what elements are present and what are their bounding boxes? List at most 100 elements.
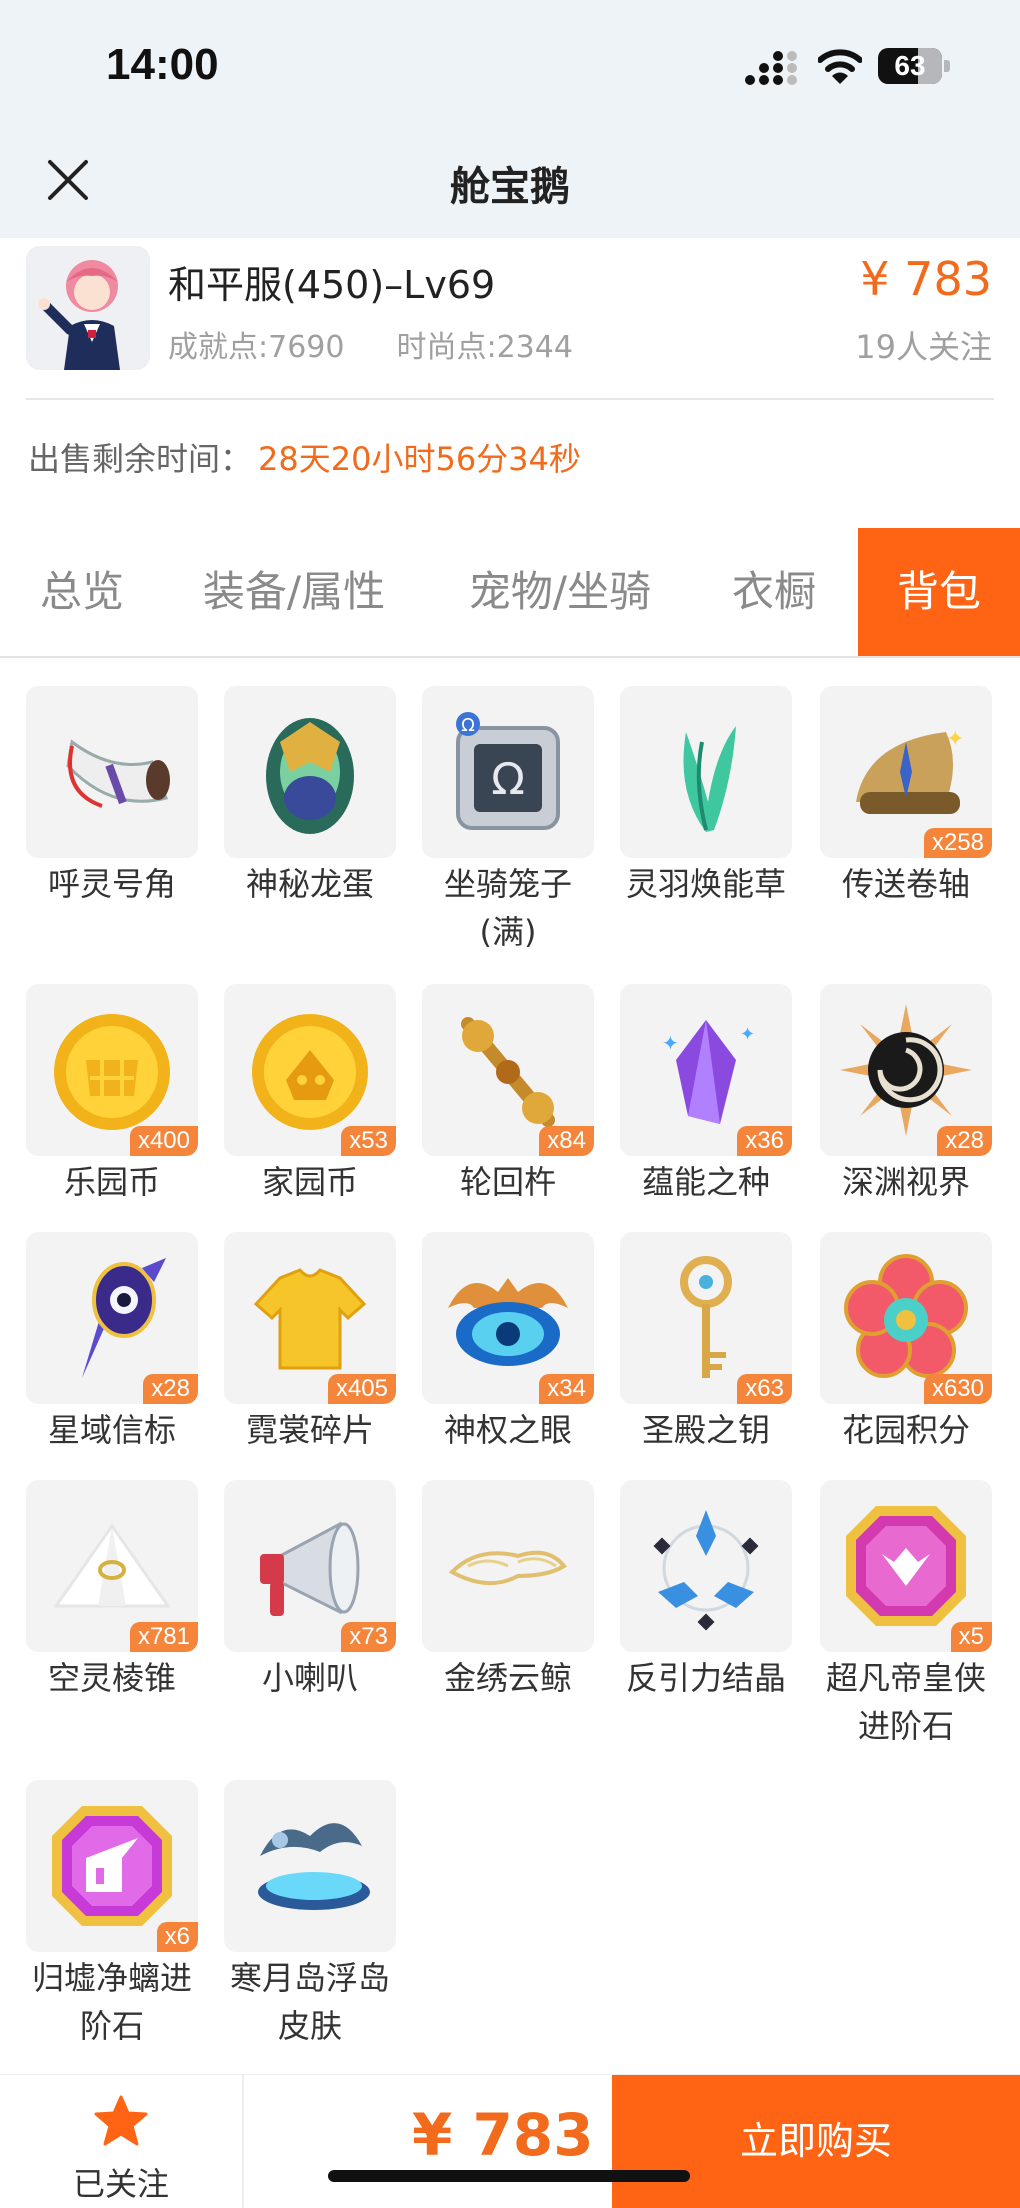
garden-flower-icon	[844, 1254, 968, 1378]
svg-text:✦: ✦	[662, 1031, 679, 1055]
wifi-icon	[818, 49, 862, 84]
item-name: 灵羽焕能草	[625, 865, 786, 903]
item-name: 霓裳碎片	[245, 1411, 374, 1449]
sale-time-value: 28天20小时56分34秒	[258, 440, 581, 478]
horn-icon	[66, 739, 170, 808]
megaphone-icon	[260, 1521, 360, 1616]
status-time: 14:00	[106, 40, 219, 89]
item-name: 蕴能之种	[641, 1163, 770, 1201]
item-thumbnail: ΩΩ	[422, 686, 594, 858]
item-thumbnail	[422, 1480, 594, 1652]
item-name: 星域信标	[47, 1411, 176, 1449]
bottom-price: ¥ 783	[412, 2101, 594, 2169]
item-count-badge: x63	[737, 1374, 792, 1404]
tab-pets[interactable]: 宠物/坐骑	[446, 528, 674, 656]
item-count-badge: x28	[937, 1126, 992, 1156]
item-thumbnail: x630	[820, 1232, 992, 1404]
item-name: 寒月岛浮岛 皮肤	[229, 1959, 390, 2045]
pyramid-icon	[53, 1523, 171, 1608]
svg-text:✦: ✦	[740, 1024, 755, 1045]
item-name: 轮回杵	[459, 1163, 556, 1201]
bottom-divider	[242, 2075, 244, 2208]
star-beacon-icon	[82, 1258, 166, 1378]
tab-equipment[interactable]: 装备/属性	[180, 528, 408, 656]
follow-label: 已关注	[72, 2165, 169, 2203]
item-name: 传送卷轴	[841, 865, 970, 903]
sale-remaining-time: 出售剩余时间： 28天20小时56分34秒	[28, 434, 581, 480]
pestle-icon	[461, 1017, 555, 1127]
battery-level: 63	[894, 50, 926, 81]
item-count-badge: x400	[129, 1126, 198, 1156]
item-thumbnail	[224, 1780, 396, 1952]
bottom-bar: 已关注 ¥ 783 立即购买	[0, 2074, 1020, 2208]
item-name: 呼灵号角	[47, 865, 176, 903]
svg-text:Ω: Ω	[461, 715, 475, 736]
divider	[26, 398, 994, 400]
item-thumbnail: x405	[224, 1232, 396, 1404]
golden-whale-icon	[448, 1550, 567, 1586]
item-thumbnail: x5	[820, 1480, 992, 1652]
buy-now-button[interactable]: 立即购买	[612, 2075, 1020, 2208]
follower-count: 19人关注	[855, 328, 992, 366]
signal-icon	[745, 51, 797, 85]
item-thumbnail: x63	[620, 1232, 792, 1404]
avatar	[26, 246, 150, 370]
home-indicator	[328, 2170, 690, 2182]
battery-icon: 63	[878, 48, 952, 86]
item-count-badge: x6	[156, 1922, 198, 1952]
item-thumbnail: x84	[422, 984, 594, 1156]
achievement-points: 成就点:7690	[168, 330, 345, 365]
tab-wardrobe[interactable]: 衣橱	[704, 528, 844, 656]
temple-key-icon	[680, 1256, 732, 1378]
abyss-vortex-icon	[840, 1004, 972, 1136]
item-thumbnail	[620, 1480, 792, 1652]
item-thumbnail	[620, 686, 792, 858]
item-count-badge: x84	[539, 1126, 594, 1156]
tab-overview[interactable]: 总览	[0, 528, 164, 656]
item-thumbnail: x781	[26, 1480, 198, 1652]
item-thumbnail: x34	[422, 1232, 594, 1404]
item-thumbnail: x28	[26, 1232, 198, 1404]
item-count-badge: x34	[539, 1374, 594, 1404]
follow-button[interactable]: 已关注	[0, 2075, 242, 2208]
item-count-badge: x73	[341, 1622, 396, 1652]
item-thumbnail: ✦ x258	[820, 686, 992, 858]
emperor-gem-icon	[846, 1506, 966, 1626]
item-name: 超凡帝皇侠 进阶石	[825, 1659, 986, 1745]
item-thumbnail: x6	[26, 1780, 198, 1952]
item-thumbnail	[224, 686, 396, 858]
server-name: 和平服(450)–Lv69	[168, 263, 496, 307]
dragon-egg-icon	[266, 718, 354, 834]
item-thumbnail: x53	[224, 984, 396, 1156]
page-title: 舱宝鹅	[450, 164, 570, 210]
item-count-badge: x781	[129, 1622, 198, 1652]
chi-gem-icon	[52, 1806, 172, 1926]
item-name: 家园币	[261, 1163, 358, 1201]
item-thumbnail: x28	[820, 984, 992, 1156]
sale-time-label: 出售剩余时间：	[28, 440, 253, 478]
item-thumbnail	[26, 686, 198, 858]
item-name: 金绣云鲸	[443, 1659, 572, 1697]
item-thumbnail: x400	[26, 984, 198, 1156]
energy-crystal-icon: ✦ ✦	[662, 1020, 755, 1124]
star-icon	[94, 2095, 148, 2146]
item-count-badge: x5	[950, 1622, 992, 1652]
item-count-badge: x36	[737, 1126, 792, 1156]
tabs-divider	[0, 656, 1020, 658]
listing-price: ¥ 783	[860, 252, 992, 306]
item-count-badge: x28	[143, 1374, 198, 1404]
item-name: 神权之眼	[443, 1411, 572, 1449]
feather-grass-icon	[683, 726, 736, 832]
teleport-scroll-icon: ✦	[856, 727, 964, 814]
player-stats: 成就点:7690 时尚点:2344	[168, 322, 573, 366]
tab-backpack[interactable]: 背包	[858, 528, 1020, 656]
item-name: 反引力结晶	[625, 1659, 786, 1697]
home-coin-icon	[252, 1014, 368, 1130]
item-name: 花园积分	[841, 1411, 970, 1449]
item-name: 归墟净螭进 阶石	[31, 1959, 192, 2045]
item-count-badge: x630	[923, 1374, 992, 1404]
shirt-fragment-icon	[253, 1268, 367, 1370]
item-name: 空灵棱锥	[47, 1659, 176, 1697]
item-name: 坐骑笼子 (满)	[443, 865, 572, 951]
floating-island-icon	[258, 1823, 370, 1910]
